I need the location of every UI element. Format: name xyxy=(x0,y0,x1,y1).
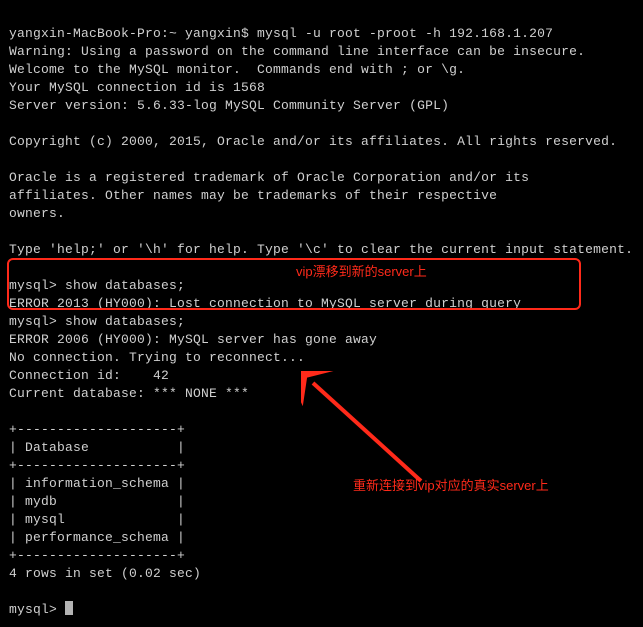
line: | Database | xyxy=(9,440,185,455)
line: Connection id: 42 xyxy=(9,368,169,383)
cursor-icon xyxy=(65,601,73,615)
line: Warning: Using a password on the command… xyxy=(9,44,585,59)
terminal-output: yangxin-MacBook-Pro:~ yangxin$ mysql -u … xyxy=(1,1,642,627)
line: Your MySQL connection id is 1568 xyxy=(9,80,265,95)
line: owners. xyxy=(9,206,65,221)
line: Oracle is a registered trademark of Orac… xyxy=(9,170,529,185)
line: Current database: *** NONE *** xyxy=(9,386,249,401)
line: 4 rows in set (0.02 sec) xyxy=(9,566,201,581)
line: +--------------------+ xyxy=(9,422,185,437)
line: mysql> show databases; xyxy=(9,278,185,293)
line: | mysql | xyxy=(9,512,185,527)
mysql-prompt[interactable]: mysql> xyxy=(9,602,73,617)
line: affiliates. Other names may be trademark… xyxy=(9,188,497,203)
line: ERROR 2013 (HY000): Lost connection to M… xyxy=(9,296,521,311)
line: Copyright (c) 2000, 2015, Oracle and/or … xyxy=(9,134,617,149)
terminal-screenshot: yangxin-MacBook-Pro:~ yangxin$ mysql -u … xyxy=(0,0,643,627)
prompt-text: mysql> xyxy=(9,602,65,617)
line: No connection. Trying to reconnect... xyxy=(9,350,305,365)
line: Welcome to the MySQL monitor. Commands e… xyxy=(9,62,465,77)
line: ERROR 2006 (HY000): MySQL server has gon… xyxy=(9,332,377,347)
line: Type 'help;' or '\h' for help. Type '\c'… xyxy=(9,242,633,257)
line: +--------------------+ xyxy=(9,458,185,473)
line: yangxin-MacBook-Pro:~ yangxin$ mysql -u … xyxy=(9,26,553,41)
line: mysql> show databases; xyxy=(9,314,185,329)
line: | mydb | xyxy=(9,494,185,509)
line: | performance_schema | xyxy=(9,530,185,545)
line: Server version: 5.6.33-log MySQL Communi… xyxy=(9,98,449,113)
line: | information_schema | xyxy=(9,476,185,491)
line: +--------------------+ xyxy=(9,548,185,563)
